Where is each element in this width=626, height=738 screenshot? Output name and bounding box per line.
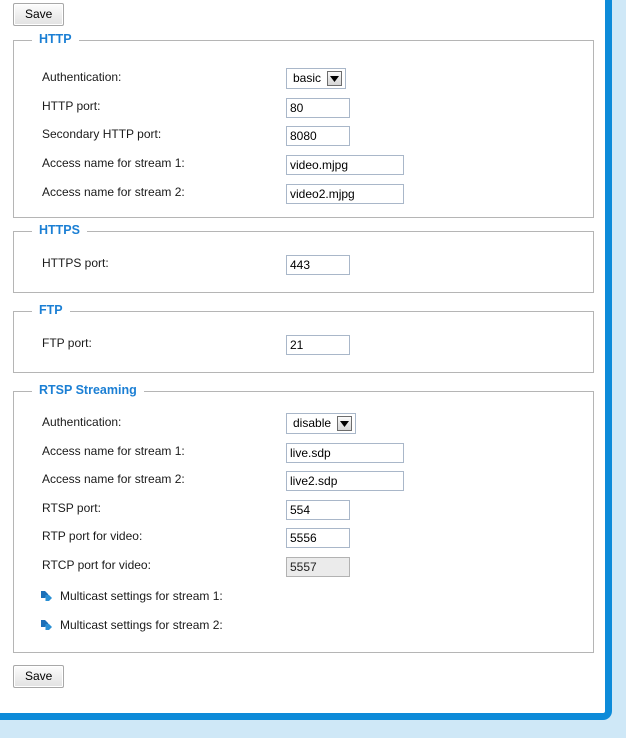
rtsp-stream2-name-input[interactable] <box>286 471 404 491</box>
http-authentication-value: basic <box>293 71 322 85</box>
page-inner-panel: Save HTTP Authentication: basic HTTP por… <box>0 0 612 720</box>
rtsp-port-label: RTSP port: <box>42 501 101 515</box>
rtsp-section-legend: RTSP Streaming <box>32 383 144 397</box>
rtp-port-video-label: RTP port for video: <box>42 529 143 543</box>
rtsp-stream1-name-input[interactable] <box>286 443 404 463</box>
row-https-port: HTTPS port: <box>14 251 593 279</box>
row-http-authentication: Authentication: basic <box>14 65 593 93</box>
http-section: HTTP Authentication: basic HTTP port: 80… <box>13 32 594 218</box>
rtsp-stream2-name-label: Access name for stream 2: <box>42 472 185 486</box>
row-http-port: HTTP port: <box>14 94 593 122</box>
page-frame: Save HTTP Authentication: basic HTTP por… <box>0 0 626 738</box>
settings-content: Save HTTP Authentication: basic HTTP por… <box>0 0 605 713</box>
https-section: HTTPS HTTPS port: <box>13 223 594 293</box>
row-rtsp-port: RTSP port: <box>14 496 593 524</box>
multicast-stream2-label[interactable]: Multicast settings for stream 2: <box>60 618 223 632</box>
ftp-section-legend: FTP <box>32 303 70 317</box>
rtp-port-video-input[interactable] <box>286 528 350 548</box>
rtsp-stream1-name-label: Access name for stream 1: <box>42 444 185 458</box>
http-stream2-name-label: Access name for stream 2: <box>42 185 185 199</box>
row-secondary-http-port: Secondary HTTP port: <box>14 122 593 150</box>
row-rtsp-stream1-name: Access name for stream 1: <box>14 439 593 467</box>
secondary-http-port-input[interactable] <box>286 126 350 146</box>
http-authentication-select[interactable]: basic <box>286 68 347 89</box>
row-rtp-port-video: RTP port for video: <box>14 524 593 552</box>
row-http-stream1-name: Access name for stream 1: <box>14 151 593 179</box>
rtsp-authentication-value: disable <box>293 416 332 430</box>
row-rtcp-port-video: RTCP port for video: <box>14 553 593 581</box>
row-ftp-port: FTP port: <box>14 331 593 359</box>
save-button-top[interactable]: Save <box>13 3 65 26</box>
ftp-section: FTP FTP port: <box>13 303 594 373</box>
rtsp-authentication-label: Authentication: <box>42 415 122 429</box>
http-port-input[interactable] <box>286 98 350 118</box>
row-rtsp-authentication: Authentication: disable <box>14 410 593 438</box>
https-port-input[interactable] <box>286 255 350 275</box>
row-rtsp-stream2-name: Access name for stream 2: <box>14 467 593 495</box>
http-port-label: HTTP port: <box>42 99 101 113</box>
rtsp-section: RTSP Streaming Authentication: disable A… <box>13 383 594 653</box>
http-authentication-label: Authentication: <box>42 70 122 84</box>
https-section-legend: HTTPS <box>32 223 87 237</box>
ftp-port-label: FTP port: <box>42 336 92 350</box>
row-http-stream2-name: Access name for stream 2: <box>14 180 593 208</box>
secondary-http-port-label: Secondary HTTP port: <box>42 127 162 141</box>
rtcp-port-video-label: RTCP port for video: <box>42 558 151 572</box>
http-stream1-name-label: Access name for stream 1: <box>42 156 185 170</box>
multicast-stream1-label[interactable]: Multicast settings for stream 1: <box>60 589 223 603</box>
chevron-right-icon <box>41 591 52 602</box>
rtsp-authentication-select[interactable]: disable <box>286 413 357 434</box>
ftp-port-input[interactable] <box>286 335 350 355</box>
rtcp-port-video-input <box>286 557 350 577</box>
http-section-legend: HTTP <box>32 32 79 46</box>
rtsp-port-input[interactable] <box>286 500 350 520</box>
chevron-down-icon <box>327 71 343 86</box>
chevron-down-icon <box>337 416 353 431</box>
save-button-bottom[interactable]: Save <box>13 665 65 688</box>
chevron-right-icon <box>41 620 52 631</box>
https-port-label: HTTPS port: <box>42 256 109 270</box>
http-stream2-name-input[interactable] <box>286 184 404 204</box>
http-stream1-name-input[interactable] <box>286 155 404 175</box>
